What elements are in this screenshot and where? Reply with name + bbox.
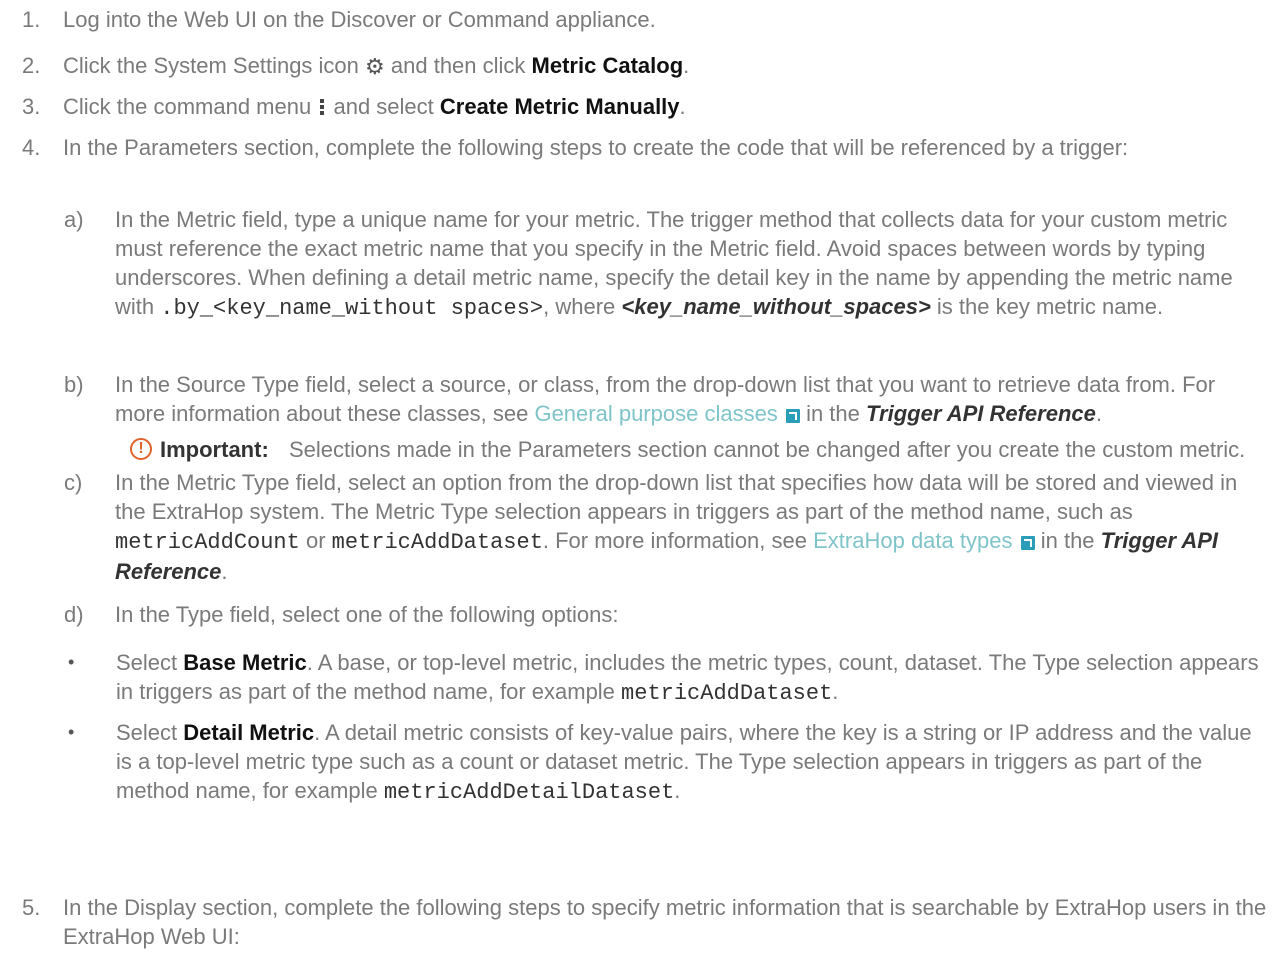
substep-label: a) (64, 207, 84, 232)
substep-label: b) (64, 372, 84, 397)
step-number: 1. (22, 7, 41, 32)
bullet-text: Select Detail Metric. A detail metric co… (116, 720, 1252, 805)
step-text: In the Parameters section, complete the … (63, 135, 1129, 160)
substep-label: d) (64, 602, 84, 627)
substep-text: In the Source Type field, select a sourc… (115, 372, 1216, 426)
substep-text: In the Type field, select one of the fol… (115, 602, 619, 627)
document: 1. Log into the Web UI on the Discover o… (0, 0, 1281, 957)
general-purpose-classes-link[interactable]: General purpose classes (534, 401, 777, 426)
code-snippet: .by_<key_name_without spaces> (160, 296, 544, 321)
bullet-icon: • (68, 722, 75, 742)
substep-text: In the Metric Type field, select an opti… (115, 470, 1238, 584)
step-number: 3. (22, 94, 41, 119)
code-snippet: metricAddDataset (331, 530, 543, 555)
emphasis: <key_name_without_spaces> (621, 294, 931, 319)
bullet-icon: • (68, 652, 75, 672)
code-snippet: metricAddDataset (621, 681, 833, 706)
step-number: 5. (22, 895, 41, 920)
important-text: Selections made in the Parameters sectio… (289, 437, 1246, 462)
step-number: 4. (22, 135, 41, 160)
base-metric-label: Base Metric (183, 650, 307, 675)
code-snippet: metricAddCount (115, 530, 300, 555)
step-text: Click the System Settings icon ⚙ and the… (63, 53, 690, 79)
step-number: 2. (22, 53, 41, 78)
metric-catalog-label: Metric Catalog (531, 53, 684, 78)
substep-label: c) (64, 470, 83, 495)
substep-text: In the Metric field, type a unique name … (115, 207, 1233, 321)
bullet-text: Select Base Metric. A base, or top-level… (116, 650, 1259, 706)
gear-icon: ⚙ (365, 54, 385, 79)
detail-metric-label: Detail Metric (183, 720, 315, 745)
create-metric-manually-label: Create Metric Manually (439, 94, 680, 119)
command-menu-icon (320, 99, 325, 115)
external-link-icon[interactable] (785, 409, 800, 423)
important-icon: ! (130, 438, 152, 460)
important-label: Important: (160, 437, 269, 462)
external-link-icon[interactable] (1020, 536, 1035, 550)
extrahop-data-types-link[interactable]: ExtraHop data types (813, 528, 1012, 553)
step-text: Log into the Web UI on the Discover or C… (63, 7, 656, 32)
step-text: In the Display section, complete the fol… (63, 895, 1267, 949)
step-text: Click the command menu and select Create… (63, 94, 686, 119)
code-snippet: metricAddDetailDataset (383, 780, 675, 805)
emphasis: Trigger API Reference (866, 401, 1096, 426)
